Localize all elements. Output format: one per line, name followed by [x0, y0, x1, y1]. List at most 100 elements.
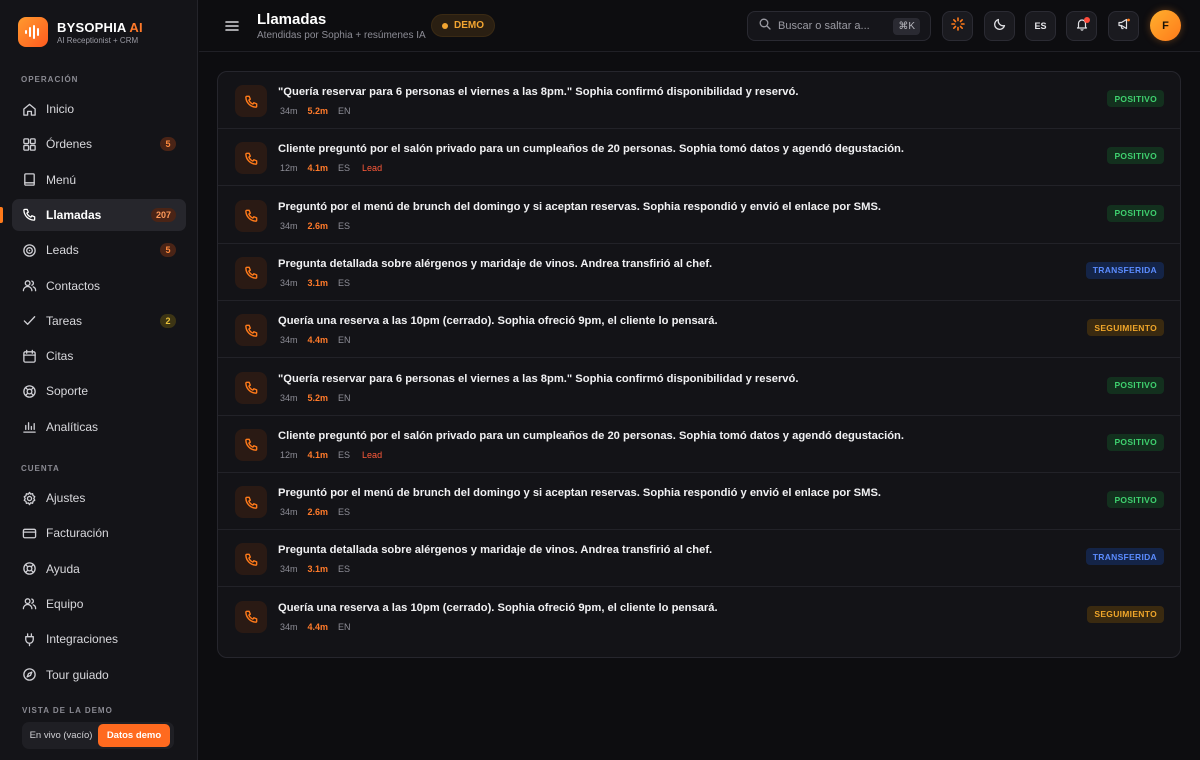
call-summary: Quería una reserva a las 10pm (cerrado).… — [278, 601, 718, 614]
call-meta: 12m 4.1m ES Lead — [280, 163, 382, 173]
phone-icon — [235, 142, 267, 175]
sidebar-item-analiticas[interactable]: Analíticas — [12, 411, 186, 443]
phone-icon — [235, 256, 267, 289]
call-meta: 34m 3.1m ES — [280, 564, 350, 574]
call-duration: 4.4m — [307, 335, 329, 346]
call-meta: 12m 4.1m ES Lead — [280, 450, 382, 460]
brand[interactable]: BYSOPHIA AI AI Receptionist + CRM — [18, 17, 143, 47]
status-badge: POSITIVO — [1107, 204, 1164, 222]
moon-icon — [993, 17, 1007, 36]
team-icon — [21, 596, 37, 612]
status-badge: SEGUIMIENTO — [1087, 605, 1164, 623]
status-badge: TRANSFERIDA — [1085, 261, 1164, 279]
call-row[interactable]: Cliente preguntó por el salón privado pa… — [218, 129, 1180, 187]
demo-badge-label: DEMO — [454, 20, 484, 31]
phone-icon — [235, 428, 267, 461]
sidebar-item-menu[interactable]: Menú — [12, 164, 186, 196]
notifications-button[interactable] — [1066, 11, 1097, 41]
sidebar-item-llamadas[interactable]: Llamadas 207 — [0, 198, 186, 231]
call-summary: "Quería reservar para 6 personas el vier… — [278, 86, 799, 98]
call-meta: 34m 5.2m EN — [280, 393, 351, 403]
page-title: Llamadas — [257, 11, 327, 28]
sidebar-item-label: Menú — [46, 172, 77, 187]
call-time-ago: 12m — [280, 163, 298, 174]
sidebar-item-citas[interactable]: Citas — [12, 340, 186, 372]
announcements-button[interactable] — [1108, 11, 1139, 41]
search-input[interactable] — [778, 20, 898, 32]
grid-icon — [21, 136, 37, 152]
call-time-ago: 34m — [280, 392, 298, 403]
call-row[interactable]: "Quería reservar para 6 personas el vier… — [218, 72, 1180, 129]
toggle-live-button[interactable]: En vivo (vacío) — [24, 724, 98, 747]
loading-spinner-button[interactable] — [942, 11, 973, 41]
call-meta: 34m 2.6m ES — [280, 221, 350, 231]
language-button[interactable]: ES — [1025, 11, 1056, 41]
phone-icon — [235, 486, 267, 519]
book-icon — [21, 172, 37, 188]
brand-name: BYSOPHIA AI — [57, 19, 143, 35]
sidebar-item-ordenes[interactable]: Órdenes 5 — [12, 128, 186, 160]
calls-list-card: "Quería reservar para 6 personas el vier… — [217, 71, 1181, 658]
keyboard-shortcut-hint: ⌘K — [893, 18, 920, 35]
sidebar-item-tareas[interactable]: Tareas 2 — [12, 305, 186, 337]
call-language: EN — [338, 621, 351, 632]
home-icon — [21, 101, 37, 117]
sidebar-item-ajustes[interactable]: Ajustes — [12, 482, 186, 514]
call-row[interactable]: Preguntó por el menú de brunch del domin… — [218, 473, 1180, 531]
call-language: ES — [338, 277, 351, 288]
status-badge: SEGUIMIENTO — [1087, 319, 1164, 337]
hamburger-menu-icon[interactable] — [223, 17, 241, 35]
plug-icon — [21, 631, 37, 647]
sidebar-item-label: Tour guiado — [46, 667, 109, 682]
call-row[interactable]: Cliente preguntó por el salón privado pa… — [218, 416, 1180, 473]
lifebuoy-icon — [21, 383, 37, 399]
call-language: ES — [338, 564, 351, 575]
section-label-operacion: OPERACIÓN — [21, 75, 79, 84]
status-badge: POSITIVO — [1107, 376, 1164, 394]
call-time-ago: 34m — [280, 106, 298, 116]
call-duration: 3.1m — [307, 564, 329, 575]
active-indicator — [0, 206, 3, 223]
calendar-icon — [21, 348, 37, 364]
call-row[interactable]: Pregunta detallada sobre alérgenos y mar… — [218, 244, 1180, 301]
call-row[interactable]: Quería una reserva a las 10pm (cerrado).… — [218, 588, 1180, 645]
call-row[interactable]: Preguntó por el menú de brunch del domin… — [218, 187, 1180, 244]
call-row[interactable]: "Quería reservar para 6 personas el vier… — [218, 359, 1180, 416]
demo-badge: DEMO — [431, 14, 495, 37]
call-duration: 2.6m — [307, 220, 329, 231]
call-summary: Cliente preguntó por el salón privado pa… — [278, 429, 904, 442]
search-box[interactable]: ⌘K — [747, 11, 931, 41]
status-dot-icon — [442, 22, 448, 29]
call-row[interactable]: Quería una reserva a las 10pm (cerrado).… — [218, 301, 1180, 359]
gear-icon — [21, 490, 37, 506]
sidebar-item-soporte[interactable]: Soporte — [12, 375, 186, 407]
sidebar-item-leads[interactable]: Leads 5 — [12, 234, 186, 266]
sidebar-item-label: Tareas — [46, 313, 83, 328]
sidebar-item-equipo[interactable]: Equipo — [12, 588, 186, 620]
credit-card-icon — [21, 525, 37, 541]
sidebar-item-integraciones[interactable]: Integraciones — [12, 623, 186, 655]
sidebar-item-tour-guiado[interactable]: Tour guiado — [12, 659, 186, 691]
sidebar-item-label: Soporte — [46, 384, 89, 399]
call-meta: 34m 5.2m EN — [280, 106, 351, 116]
sidebar-item-inicio[interactable]: Inicio — [12, 93, 186, 125]
sidebar-item-label: Llamadas — [46, 207, 102, 222]
call-time-ago: 34m — [280, 621, 298, 632]
sidebar-item-ayuda[interactable]: Ayuda — [12, 553, 186, 585]
theme-toggle-button[interactable] — [984, 11, 1015, 41]
call-time-ago: 34m — [280, 335, 298, 346]
sidebar-item-label: Citas — [46, 349, 74, 364]
call-duration: 2.6m — [307, 507, 329, 518]
phone-icon — [235, 543, 267, 576]
sidebar-item-label: Ayuda — [46, 561, 80, 576]
call-duration: 4.4m — [307, 621, 329, 632]
toggle-demo-button[interactable]: Datos demo — [98, 724, 170, 747]
status-badge: POSITIVO — [1107, 147, 1164, 165]
brand-subtitle: AI Receptionist + CRM — [57, 35, 139, 45]
sidebar-item-facturacion[interactable]: Facturación — [12, 517, 186, 549]
avatar[interactable]: F — [1150, 10, 1181, 41]
megaphone-icon — [1117, 17, 1131, 36]
call-row[interactable]: Pregunta detallada sobre alérgenos y mar… — [218, 530, 1180, 588]
sidebar-item-contactos[interactable]: Contactos — [12, 270, 186, 302]
call-language: EN — [338, 106, 351, 116]
